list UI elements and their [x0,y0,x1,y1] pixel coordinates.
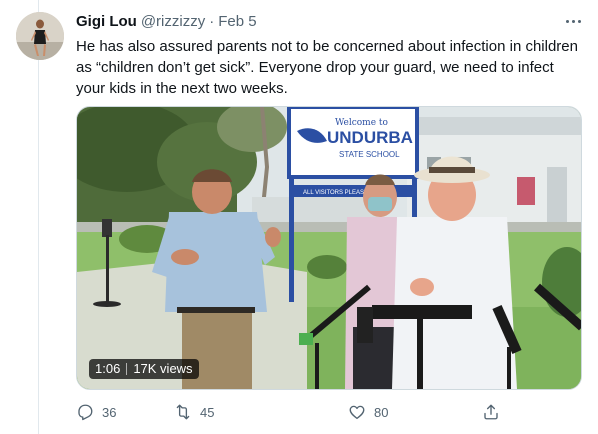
person-avatar-icon [16,12,64,60]
sign-top-text: Welcome to [335,118,388,128]
reply-button[interactable]: 36 [76,400,116,424]
reply-icon [78,404,93,421]
tweet-date[interactable]: Feb 5 [218,13,256,30]
video-views: 17K views [133,361,193,376]
video-timer-badge: 1:06 17K views [89,359,199,379]
like-icon [349,405,365,420]
avatar[interactable] [16,12,64,60]
retweet-button[interactable]: 45 [174,400,214,424]
tweet-actions: 36 45 80 [76,400,506,424]
like-button[interactable]: 80 [348,400,388,424]
share-icon [484,404,498,420]
video-duration: 1:06 [95,361,121,376]
author-handle[interactable]: @rizzizzy [141,13,205,30]
sign-main-text: UNDURBA [327,128,413,147]
retweet-icon [176,404,190,420]
video-player[interactable]: Welcome to UNDURBA STATE SCHOOL ALL VISI… [76,106,582,390]
retweet-count: 45 [200,404,215,420]
author-name[interactable]: Gigi Lou [76,13,137,30]
separator-dot: · [209,13,215,30]
like-count: 80 [374,404,389,420]
video-thumbnail: Welcome to UNDURBA STATE SCHOOL ALL VISI… [77,107,581,389]
share-button[interactable] [482,400,500,424]
tweet[interactable]: Gigi Lou @rizzizzy · Feb 5 He has also a… [0,0,598,434]
more-options-icon[interactable] [562,12,584,30]
reply-count: 36 [102,404,117,420]
badge-divider [126,363,128,375]
sign-sub-text: STATE SCHOOL [339,150,400,159]
tweet-header: Gigi Lou @rizzizzy · Feb 5 [76,13,257,30]
tweet-text: He has also assured parents not to be co… [76,38,578,97]
